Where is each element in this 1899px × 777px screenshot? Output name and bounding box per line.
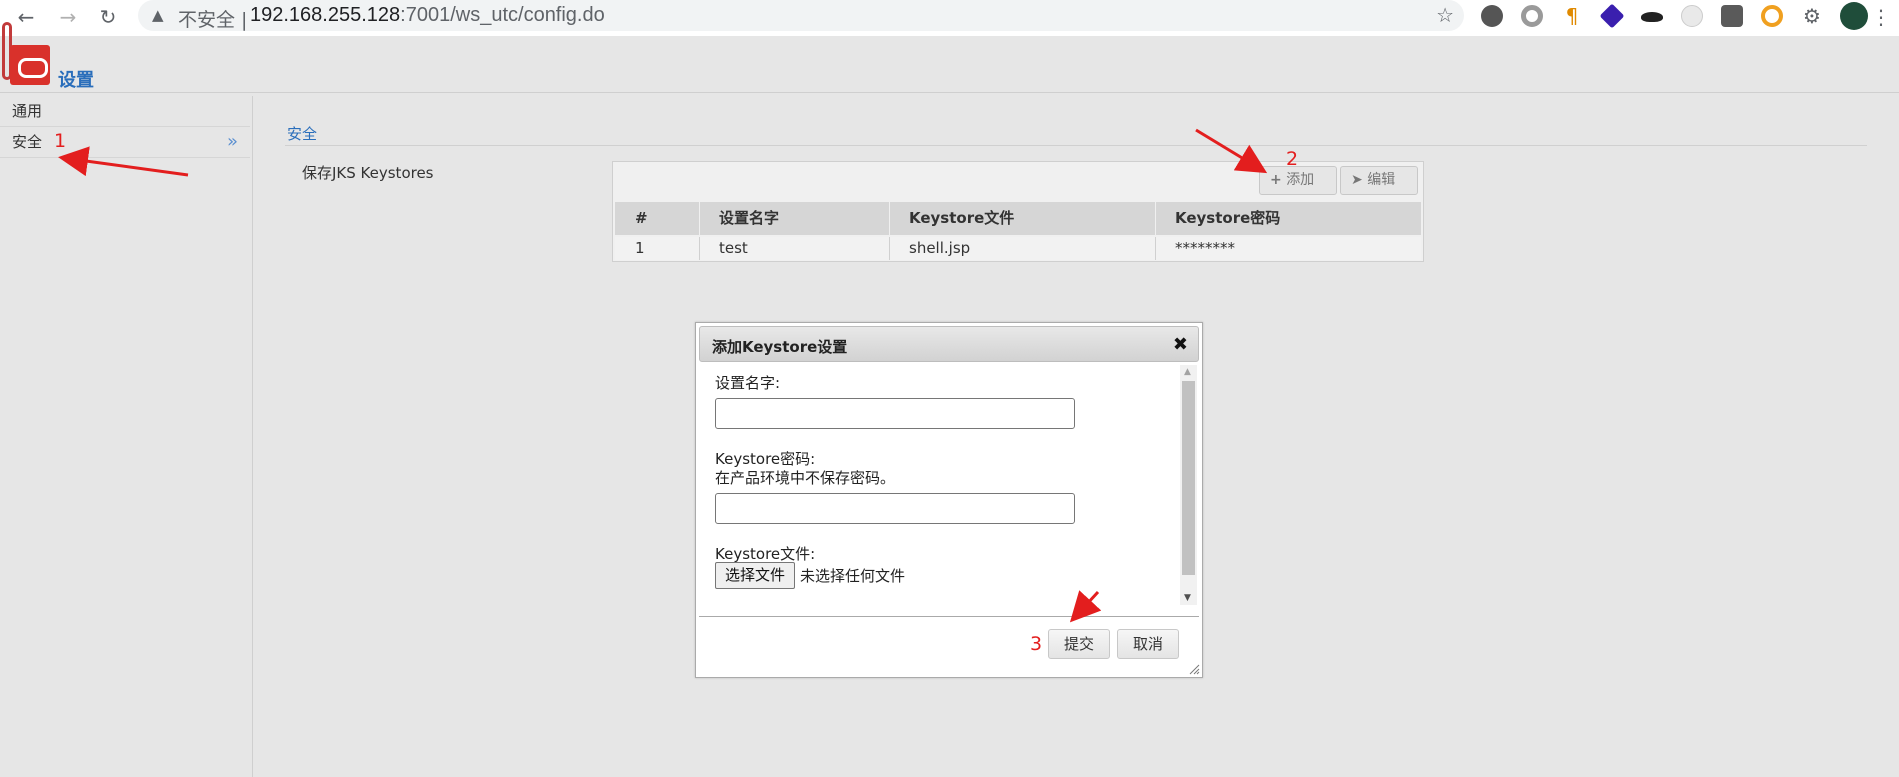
annotation-arrow-1 xyxy=(58,146,189,177)
annotation-arrows xyxy=(58,128,1268,623)
annotation-arrow-2 xyxy=(1195,128,1268,174)
annotation-arrow-3 xyxy=(1069,590,1102,623)
